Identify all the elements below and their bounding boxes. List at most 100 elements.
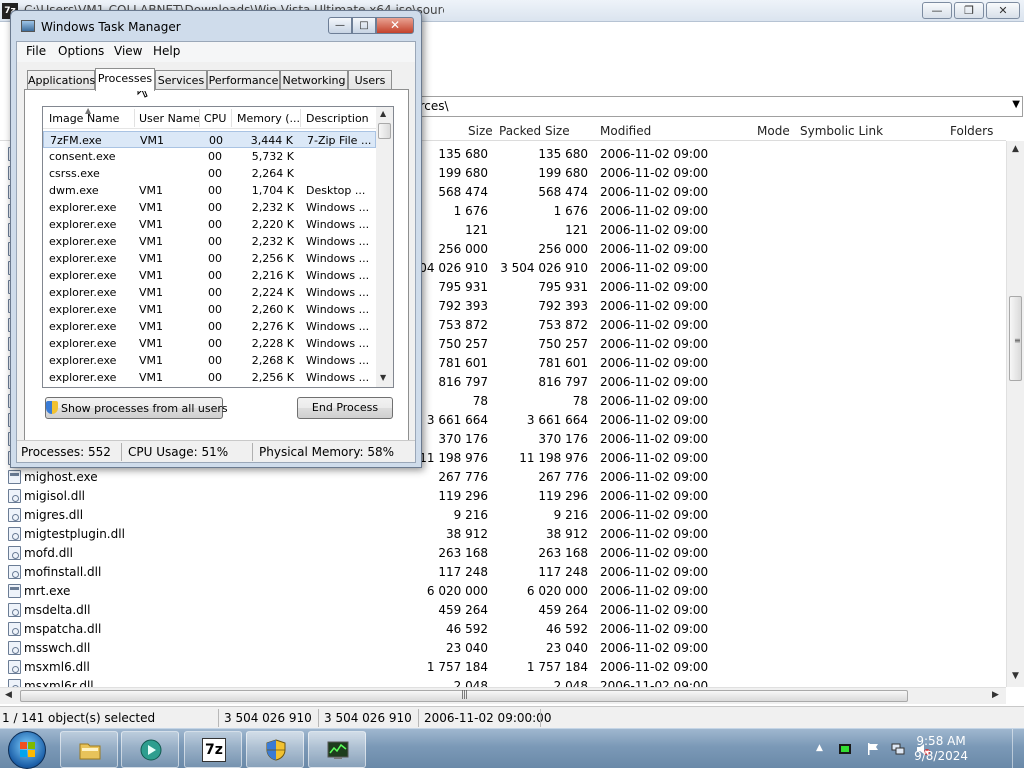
process-row[interactable]: explorer.exe VM1 00 2,228 K Windows ... <box>43 335 376 352</box>
column-modified[interactable]: Modified <box>600 124 651 138</box>
file-size: 459 264 <box>438 603 488 617</box>
process-row[interactable]: explorer.exe VM1 00 2,256 K Windows ... <box>43 369 376 386</box>
process-row[interactable]: consent.exe 00 5,732 K <box>43 148 376 165</box>
process-row[interactable]: explorer.exe VM1 00 2,216 K Windows ... <box>43 267 376 284</box>
column-memory[interactable]: Memory (... <box>237 112 300 125</box>
scroll-up-icon[interactable]: ▲ <box>1012 144 1019 154</box>
file-row[interactable]: migres.dll 9 216 9 216 2006-11-02 09:00 <box>0 506 1006 525</box>
minimize-button[interactable]: — <box>922 2 952 19</box>
file-row[interactable]: msxml6.dll 1 757 184 1 757 184 2006-11-02 0… <box>0 658 1006 677</box>
taskbar-task-manager-button[interactable] <box>308 731 366 768</box>
scroll-up-icon[interactable]: ▲ <box>380 109 386 118</box>
file-row[interactable]: msswch.dll 23 040 23 040 2006-11-02 09:00 <box>0 639 1006 658</box>
tab-applications[interactable]: Applications <box>27 70 95 90</box>
process-row[interactable]: explorer.exe VM1 00 2,276 K Windows ... <box>43 318 376 335</box>
scroll-right-icon[interactable]: ▶ <box>992 690 999 700</box>
column-mode[interactable]: Mode <box>757 124 790 138</box>
menu-file[interactable]: File <box>26 44 46 58</box>
process-row[interactable]: explorer.exe VM1 00 2,260 K Windows ... <box>43 301 376 318</box>
process-row[interactable]: csrss.exe 00 2,264 K <box>43 165 376 182</box>
file-row[interactable]: msdelta.dll 459 264 459 264 2006-11-02 09:0… <box>0 601 1006 620</box>
process-description: 7-Zip File ... <box>307 134 372 147</box>
tm-minimize-button[interactable]: — <box>328 17 352 34</box>
process-list-scroll-thumb[interactable] <box>378 123 391 139</box>
tab-processes[interactable]: Processes <box>95 68 155 91</box>
menu-options[interactable]: Options <box>58 44 104 58</box>
process-row[interactable]: explorer.exe VM1 00 2,268 K Windows ... <box>43 352 376 369</box>
horizontal-scroll-thumb[interactable]: ||| <box>20 690 908 702</box>
process-row-selected[interactable]: 7zFM.exe VM1 00 3,444 K 7-Zip File ... <box>43 131 376 148</box>
address-bar[interactable]: urces\ ▼ <box>405 96 1023 117</box>
address-dropdown-icon[interactable]: ▼ <box>1012 99 1020 110</box>
process-image-name: explorer.exe <box>49 354 117 367</box>
file-modified: 2006-11-02 09:00 <box>600 489 709 503</box>
process-row[interactable]: explorer.exe VM1 00 2,232 K Windows ... <box>43 233 376 250</box>
taskbar-explorer-button[interactable] <box>60 731 118 768</box>
processes-tab-page: ▲ Image Name User Name CPU Memory (... D… <box>24 89 409 445</box>
dll-file-icon <box>8 565 21 579</box>
column-symbolic-link[interactable]: Symbolic Link <box>800 124 883 138</box>
process-row[interactable]: explorer.exe VM1 00 2,224 K Windows ... <box>43 284 376 301</box>
start-button[interactable] <box>8 731 46 769</box>
process-cpu: 00 <box>208 184 222 197</box>
file-packed-size: 792 393 <box>538 299 588 313</box>
system-clock[interactable]: 9:58 AM 9/8/2024 <box>914 734 968 764</box>
file-row[interactable]: mofinstall.dll 117 248 117 248 2006-11-02 0… <box>0 563 1006 582</box>
column-image-name[interactable]: Image Name <box>49 112 119 125</box>
network-activity-icon[interactable] <box>838 742 852 756</box>
show-all-processes-button[interactable]: Show processes from all users <box>45 397 228 419</box>
restore-button[interactable]: ❐ <box>954 2 984 19</box>
menu-view[interactable]: View <box>114 44 142 58</box>
vertical-scrollbar[interactable]: ▲ ≡ ▼ <box>1006 141 1024 687</box>
close-icon: ✕ <box>998 4 1008 17</box>
column-user-name[interactable]: User Name <box>139 112 200 125</box>
file-row[interactable]: migisol.dll 119 296 119 296 2006-11-02 09:0… <box>0 487 1006 506</box>
process-row[interactable]: dwm.exe VM1 00 1,704 K Desktop ... <box>43 182 376 199</box>
network-icon[interactable] <box>891 742 905 756</box>
vertical-scroll-thumb[interactable]: ≡ <box>1009 296 1022 381</box>
tm-close-button[interactable]: ✕ <box>376 17 414 34</box>
file-row[interactable]: mspatcha.dll 46 592 46 592 2006-11-02 09:00 <box>0 620 1006 639</box>
process-row[interactable]: explorer.exe VM1 00 2,220 K Windows ... <box>43 216 376 233</box>
scroll-left-icon[interactable]: ◀ <box>5 690 12 700</box>
tab-networking[interactable]: Networking <box>280 70 348 90</box>
file-name: migres.dll <box>24 508 84 522</box>
action-center-flag-icon[interactable] <box>866 742 880 756</box>
status-size: 3 504 026 910 <box>224 711 312 725</box>
file-row[interactable]: msxml6r.dll 2 048 2 048 2006-11-02 09:00 <box>0 677 1006 687</box>
end-process-button[interactable]: End Process <box>297 397 393 419</box>
file-packed-size: 2 048 <box>553 679 588 687</box>
task-manager-titlebar[interactable]: Windows Task Manager — □ ✕ <box>11 11 421 41</box>
show-desktop-button[interactable] <box>1012 729 1024 769</box>
file-modified: 2006-11-02 09:00 <box>600 356 709 370</box>
process-row[interactable]: explorer.exe VM1 00 2,256 K Windows ... <box>43 250 376 267</box>
process-list-scrollbar[interactable]: ▲ ▼ <box>376 107 393 387</box>
process-list[interactable]: ▲ Image Name User Name CPU Memory (... D… <box>42 106 394 388</box>
file-row[interactable]: mighost.exe 267 776 267 776 2006-11-02 09:0… <box>0 468 1006 487</box>
file-row[interactable]: mofd.dll 263 168 263 168 2006-11-02 09:00 <box>0 544 1006 563</box>
taskbar-7zip-button[interactable]: 7z <box>184 731 242 768</box>
scroll-down-icon[interactable]: ▼ <box>380 373 386 382</box>
tab-users[interactable]: Users <box>348 70 392 90</box>
tab-performance[interactable]: Performance <box>207 70 280 90</box>
file-size: 9 216 <box>453 508 488 522</box>
scroll-down-icon[interactable]: ▼ <box>1012 671 1019 681</box>
file-row[interactable]: migtestplugin.dll 38 912 38 912 2006-11-02 … <box>0 525 1006 544</box>
taskbar-media-player-button[interactable] <box>121 731 179 768</box>
file-packed-size: 256 000 <box>538 242 588 256</box>
file-row[interactable]: mrt.exe 6 020 000 6 020 000 2006-11-02 09:0… <box>0 582 1006 601</box>
show-hidden-icons-icon[interactable]: ▲ <box>816 743 830 757</box>
tab-services[interactable]: Services <box>155 70 207 90</box>
column-folders[interactable]: Folders <box>950 124 993 138</box>
column-packed-size[interactable]: Packed Size <box>499 124 570 138</box>
menu-help[interactable]: Help <box>153 44 180 58</box>
column-size[interactable]: Size <box>468 124 493 138</box>
column-description[interactable]: Description <box>306 112 369 125</box>
tm-maximize-button[interactable]: □ <box>352 17 376 34</box>
horizontal-scrollbar[interactable]: ◀ ||| ▶ <box>0 687 1006 704</box>
process-row[interactable]: explorer.exe VM1 00 2,232 K Windows ... <box>43 199 376 216</box>
process-cpu: 00 <box>208 235 222 248</box>
taskbar-uac-button[interactable] <box>246 731 304 768</box>
close-button[interactable]: ✕ <box>986 2 1020 19</box>
column-cpu[interactable]: CPU <box>204 112 226 125</box>
